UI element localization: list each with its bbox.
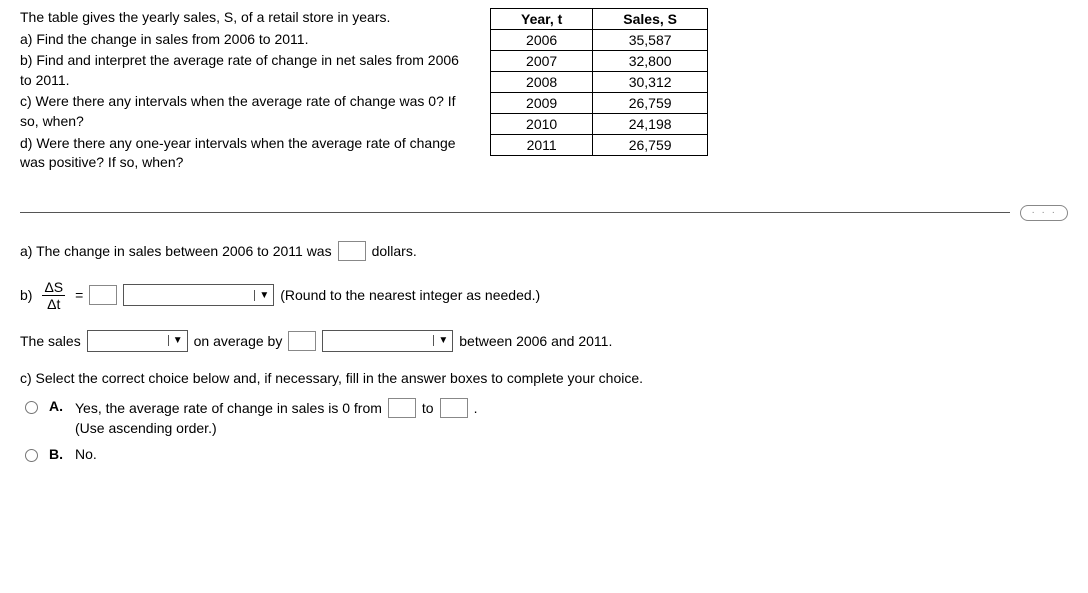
part-c: c) Were there any intervals when the ave… (20, 92, 460, 131)
chevron-down-icon: ▼ (168, 335, 187, 346)
round-note: (Round to the nearest integer as needed.… (280, 287, 540, 303)
option-b-text: No. (75, 446, 97, 462)
interp-mid: on average by (194, 333, 283, 349)
intro-text: The table gives the yearly sales, S, of … (20, 8, 460, 28)
interp-post: between 2006 and 2011. (459, 333, 612, 349)
part-a: a) Find the change in sales from 2006 to… (20, 30, 460, 50)
problem-statement: The table gives the yearly sales, S, of … (20, 8, 460, 175)
section-divider (20, 212, 1010, 213)
rate-fraction: ΔS Δt (42, 279, 65, 312)
col-sales-header: Sales, S (593, 9, 708, 30)
answer-b-label: b) (20, 287, 32, 303)
option-a-radio[interactable] (25, 401, 38, 414)
col-year-header: Year, t (491, 9, 593, 30)
interp-direction-select[interactable]: ▼ (87, 330, 188, 352)
table-row: 201126,759 (491, 135, 708, 156)
table-row: 200635,587 (491, 30, 708, 51)
answer-a-post: dollars. (372, 243, 417, 259)
chevron-down-icon: ▼ (433, 335, 452, 346)
option-b-radio[interactable] (25, 449, 38, 462)
answer-a-label: a) The change in sales between 2006 to 2… (20, 243, 332, 259)
option-a-note: (Use ascending order.) (75, 420, 1068, 436)
option-a-mid: to (422, 400, 434, 416)
answer-b-value-input[interactable] (89, 285, 117, 305)
interp-value-input[interactable] (288, 331, 316, 351)
option-a-pre: Yes, the average rate of change in sales… (75, 400, 382, 416)
table-row: 200926,759 (491, 93, 708, 114)
chevron-down-icon: ▼ (254, 290, 273, 301)
interp-unit-select[interactable]: ▼ (322, 330, 453, 352)
more-pill[interactable]: · · · (1020, 205, 1068, 221)
option-a-letter: A. (49, 398, 67, 414)
option-a-from-input[interactable] (388, 398, 416, 418)
answer-b-unit-select[interactable]: ▼ (123, 284, 274, 306)
table-row: 200830,312 (491, 72, 708, 93)
part-c-prompt: c) Select the correct choice below and, … (20, 370, 1068, 386)
option-a-to-input[interactable] (440, 398, 468, 418)
answer-a-input[interactable] (338, 241, 366, 261)
part-b: b) Find and interpret the average rate o… (20, 51, 460, 90)
table-row: 200732,800 (491, 51, 708, 72)
equals-sign: = (75, 287, 83, 303)
interp-pre: The sales (20, 333, 81, 349)
option-a-post: . (474, 400, 478, 416)
part-d: d) Were there any one-year intervals whe… (20, 134, 460, 173)
sales-table: Year, t Sales, S 200635,587 200732,800 2… (490, 8, 708, 156)
option-b-letter: B. (49, 446, 67, 462)
table-row: 201024,198 (491, 114, 708, 135)
